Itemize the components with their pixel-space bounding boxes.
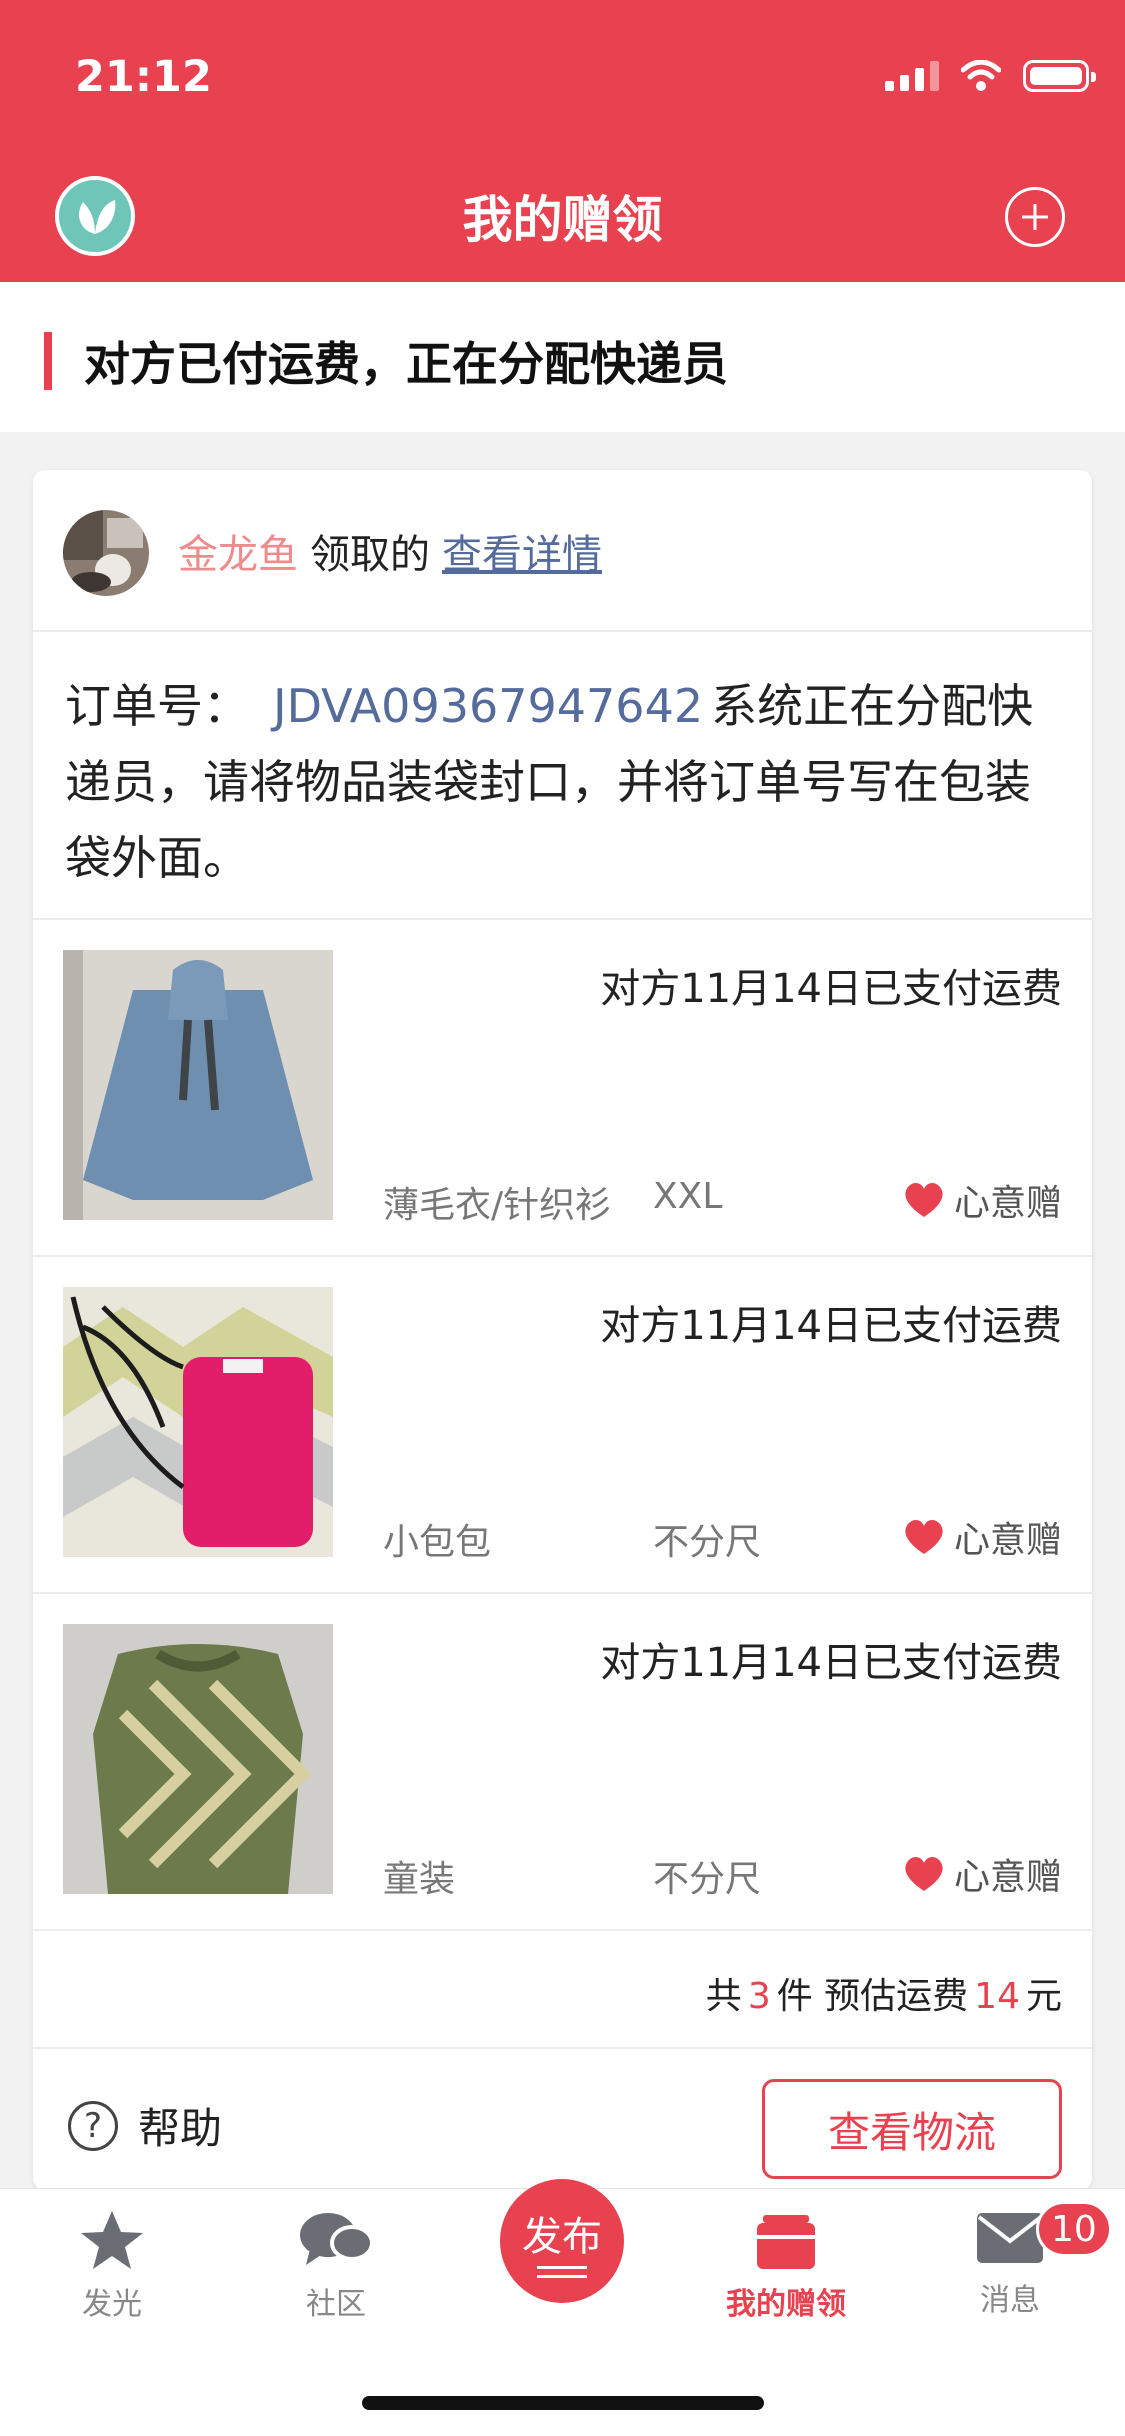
status-accent-bar — [44, 332, 52, 390]
item-category: 小包包 — [383, 1522, 492, 1563]
order-card: 金龙鱼 领取的 查看详情 订单号： JDVA09367947642 系统正在分配快递员，… — [33, 470, 1092, 2190]
plus-icon — [1022, 204, 1048, 230]
item-image-sweater[interactable] — [63, 950, 333, 1220]
item-status: 对方11月14日已支付运费 — [600, 1640, 1062, 1686]
view-details-link[interactable]: 查看详情 — [442, 532, 602, 578]
home-indicator[interactable] — [362, 2396, 764, 2410]
item-tag-label: 心意赠 — [953, 1520, 1062, 1561]
tab-label: 发光 — [82, 2287, 142, 2322]
envelope-icon — [977, 2213, 1043, 2263]
message-badge: 10 — [1036, 2201, 1112, 2257]
tab-community[interactable]: 社区 — [236, 2209, 436, 2323]
help-button[interactable]: ? 帮助 — [68, 2095, 222, 2156]
item-size: 不分尺 — [653, 1859, 762, 1900]
add-button[interactable] — [1005, 187, 1065, 247]
currency: 元 — [1025, 1976, 1062, 2017]
order-info: 订单号： JDVA09367947642 系统正在分配快递员，请将物品装袋封口，并将… — [33, 632, 1092, 920]
publish-label: 发布 — [522, 2214, 602, 2260]
help-label: 帮助 — [138, 2104, 223, 2153]
order-number-label: 订单号： — [65, 679, 249, 733]
tab-label: 消息 — [980, 2283, 1040, 2318]
heart-icon — [905, 1519, 943, 1554]
question-icon: ? — [68, 2100, 118, 2151]
publish-icon — [537, 2266, 587, 2278]
item-tag: 心意赠 — [902, 1511, 1062, 1563]
card-actions: ? 帮助 查看物流 — [33, 2049, 1092, 2190]
claimer-line: 金龙鱼 领取的 查看详情 — [178, 522, 602, 580]
heart-icon — [905, 1182, 943, 1217]
star-icon — [81, 2211, 143, 2269]
gift-box-icon — [757, 2215, 815, 2269]
publish-button[interactable]: 发布 — [500, 2179, 624, 2303]
tab-shine[interactable]: 发光 — [12, 2209, 212, 2323]
claimer-nickname[interactable]: 金龙鱼 — [178, 532, 298, 578]
item-tag-label: 心意赠 — [953, 1183, 1062, 1224]
status-time: 21:12 — [75, 52, 212, 102]
view-logistics-button[interactable]: 查看物流 — [762, 2079, 1062, 2179]
item-status: 对方11月14日已支付运费 — [600, 966, 1062, 1012]
list-item[interactable]: 对方11月14日已支付运费 薄毛衣/针织衫 XXL 心意赠 — [33, 920, 1092, 1257]
status-text: 对方已付运费，正在分配快递员 — [84, 337, 728, 391]
card-header: 金龙鱼 领取的 查看详情 — [33, 470, 1092, 632]
claim-text: 领取的 — [310, 532, 430, 578]
item-category: 薄毛衣/针织衫 — [383, 1185, 612, 1226]
list-item[interactable]: 对方11月14日已支付运费 小包包 不分尺 心意赠 — [33, 1257, 1092, 1594]
item-category: 童装 — [383, 1859, 456, 1900]
list-item[interactable]: 对方11月14日已支付运费 童装 不分尺 心意赠 — [33, 1594, 1092, 1931]
order-summary: 共3件 预估运费 14 元 — [33, 1931, 1092, 2049]
chat-bubbles-icon — [300, 2213, 374, 2265]
item-tag-label: 心意赠 — [953, 1857, 1062, 1898]
order-number[interactable]: JDVA09367947642 — [273, 679, 703, 733]
item-tag: 心意赠 — [902, 1848, 1062, 1900]
avatar[interactable] — [63, 510, 149, 596]
app-header: 21:12 我的赠领 — [0, 0, 1125, 282]
shipping-fee: 14 — [974, 1976, 1020, 2017]
status-icons — [885, 60, 1096, 92]
item-size: XXL — [653, 1176, 723, 1217]
page-title: 我的赠领 — [462, 191, 663, 249]
summary-unit: 件 预估运费 — [776, 1976, 969, 2017]
summary-prefix: 共 — [705, 1976, 742, 2017]
item-size: 不分尺 — [653, 1522, 762, 1563]
tab-label: 我的赠领 — [726, 2287, 846, 2322]
status-banner: 对方已付运费，正在分配快递员 — [0, 282, 1125, 432]
summary-line: 共3件 预估运费 14 元 — [706, 1967, 1062, 2019]
tab-label: 社区 — [306, 2287, 366, 2322]
wifi-icon — [961, 60, 1001, 91]
item-status: 对方11月14日已支付运费 — [600, 1303, 1062, 1349]
item-image-bag[interactable] — [63, 1287, 333, 1557]
tab-my-gifts[interactable]: 我的赠领 — [686, 2209, 886, 2323]
battery-icon — [1023, 60, 1096, 92]
item-tag: 心意赠 — [902, 1174, 1062, 1226]
signal-icon — [885, 61, 939, 91]
heart-icon — [905, 1856, 943, 1891]
item-count: 3 — [747, 1976, 771, 2017]
item-image-vest[interactable] — [63, 1624, 333, 1894]
